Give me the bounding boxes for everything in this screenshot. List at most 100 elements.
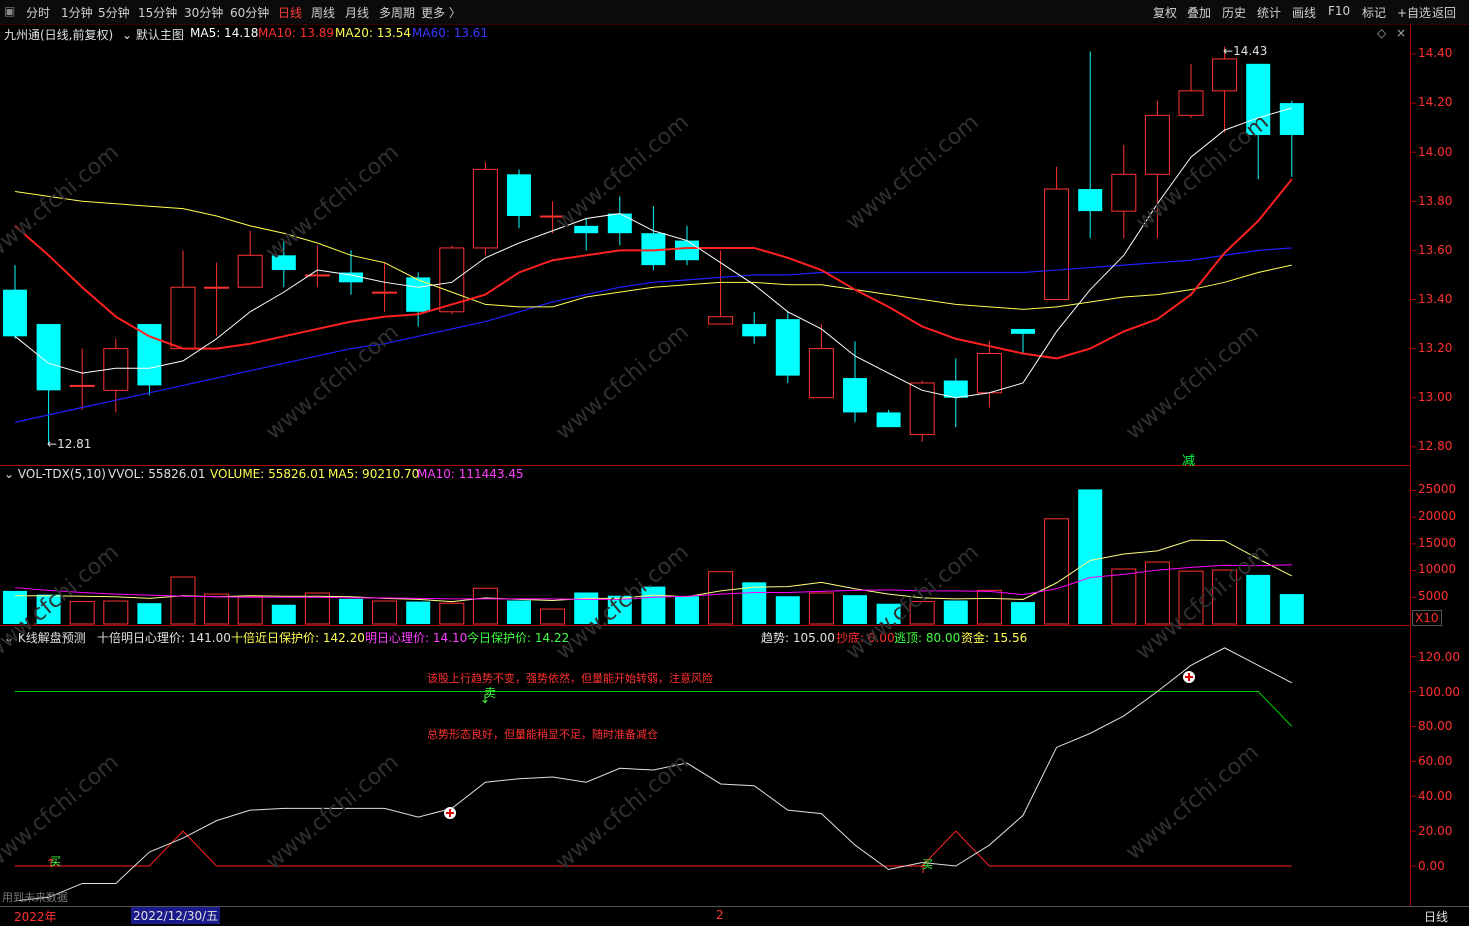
ma20-label: MA20: 13.54	[335, 26, 412, 40]
volume-bar	[237, 595, 263, 625]
volume-axis-tick: 20000	[1418, 509, 1457, 523]
ma60-label: MA60: 13.61	[412, 26, 489, 40]
volume-bar	[271, 604, 296, 624]
volume-bar	[1078, 489, 1103, 624]
candle-body	[742, 324, 767, 337]
candle-body	[170, 286, 196, 350]
chevron-down-icon: ⌄	[4, 467, 18, 481]
candle-body	[507, 174, 531, 217]
fund-label: 资金: 15.56	[961, 631, 1028, 645]
candle-body	[607, 213, 632, 234]
volume-axis-tick: 5000	[1418, 589, 1449, 603]
escape-top-label: 逃顶: 80.00	[894, 631, 961, 645]
price-axis-tick: 14.20	[1418, 95, 1453, 109]
template-dropdown[interactable]: ⌄ 默认主图	[122, 26, 184, 43]
volume-bar	[976, 589, 1002, 625]
chevron-down-icon: ⌄	[122, 28, 136, 42]
escape-line	[15, 691, 1293, 727]
vol-ma5-label: MA5: 90210.70	[328, 467, 420, 481]
candle-body	[1212, 58, 1238, 92]
candle-body	[675, 240, 699, 261]
vvol-label: VVOL: 55826.01	[108, 467, 206, 481]
volume-unit-badge: X10	[1412, 610, 1442, 626]
candle-body	[137, 324, 162, 386]
candle-body	[237, 254, 263, 288]
candle-body	[876, 412, 901, 428]
volume-bar	[742, 582, 767, 624]
volume-bar	[1246, 574, 1271, 624]
arrow-left-icon: ←	[1223, 44, 1234, 58]
volume-bar	[1279, 594, 1304, 624]
volume-bar	[843, 595, 867, 624]
price-axis-tick: 14.00	[1418, 145, 1453, 159]
signal-message-2: 总势形态良好，但量能稍显不足，随时准备减仓	[427, 728, 658, 741]
plus-signal-icon	[444, 807, 456, 819]
volume-bar	[406, 601, 431, 624]
plus-signal-icon	[1183, 671, 1195, 683]
ma60-line	[14, 247, 1292, 423]
buy-signal: 买	[50, 855, 61, 868]
template-label: 默认主图	[135, 28, 184, 42]
ma5-label: MA5: 14.18	[190, 26, 259, 40]
candle-body	[708, 316, 734, 325]
price-axis-tick: 13.00	[1418, 390, 1453, 404]
volume-bar	[69, 601, 95, 625]
candle-body	[204, 286, 230, 289]
price-axis-tick: 14.40	[1418, 46, 1453, 60]
volume-bar	[775, 596, 800, 624]
volume-bar	[708, 571, 734, 625]
trend-label: 趋势: 105.00	[761, 631, 835, 645]
close-icon[interactable]: ×	[1396, 26, 1406, 40]
time-axis-bar: 2022年 2022/12/30/五 2 日线	[0, 906, 1469, 926]
volume-bar	[372, 600, 398, 625]
indicator-axis-tick: 100.00	[1418, 685, 1460, 699]
volume-bar	[137, 603, 162, 624]
price-axis-tick: 13.20	[1418, 341, 1453, 355]
candle-body	[943, 380, 968, 398]
arrow-left-icon: ←	[47, 437, 58, 451]
candle-body	[472, 168, 498, 249]
indicator-axis-tick: 80.00	[1418, 719, 1453, 733]
buy-signal: 买	[922, 858, 933, 871]
volume-label: VOLUME: 55826.01	[210, 467, 326, 481]
candle-body	[1011, 328, 1035, 334]
bottom-line	[15, 830, 1292, 867]
candle-body	[69, 384, 95, 387]
volume-bar	[472, 587, 498, 625]
volume-bar	[439, 602, 465, 625]
protect-price-label: 十倍近日保护价: 142.20	[231, 631, 365, 645]
indicator-axis-tick: 0.00	[1418, 859, 1445, 873]
price-axis-tick: 12.80	[1418, 439, 1453, 453]
signal-message-1: 该股上行趋势不变，强势依然，但量能开始转弱，注意风险	[427, 672, 713, 685]
volume-bar	[808, 592, 834, 625]
vol-ma10-label: MA10: 111443.45	[417, 467, 524, 481]
price-axis-tick: 13.80	[1418, 194, 1453, 208]
diamond-icon[interactable]: ◇	[1377, 26, 1386, 40]
candle-body	[574, 225, 599, 234]
indicator-axis-tick: 40.00	[1418, 789, 1453, 803]
candle-body	[1044, 188, 1070, 300]
volume-bar	[170, 576, 196, 625]
volume-bar	[675, 596, 699, 624]
volume-indicator-name[interactable]: ⌄ VOL-TDX(5,10)	[4, 467, 106, 481]
volume-bar	[1044, 518, 1070, 625]
period-label[interactable]: 日线	[1424, 908, 1448, 925]
candle-body	[1111, 173, 1137, 212]
month-mark: 2	[716, 908, 724, 922]
future-data-note: 用到未来数据	[2, 891, 68, 904]
volume-axis-tick: 10000	[1418, 562, 1457, 576]
volume-axis-tick: 15000	[1418, 536, 1457, 550]
psych-price-label: 十倍明日心理价: 141.00	[97, 631, 231, 645]
cursor-date-label: 2022/12/30/五	[131, 907, 221, 924]
volume-bar	[507, 600, 531, 624]
candle-body	[808, 348, 834, 399]
high-price-label: ←14.43	[1223, 44, 1268, 58]
low-price-label: ←12.81	[47, 437, 92, 451]
candle-body	[1178, 90, 1204, 116]
price-axis-tick: 13.60	[1418, 243, 1453, 257]
candle-body	[1144, 114, 1170, 175]
candle-body	[372, 291, 398, 294]
stock-title[interactable]: 九州通(日线,前复权)	[4, 26, 113, 43]
volume-bar	[1111, 568, 1137, 625]
candle-body	[1078, 189, 1103, 212]
